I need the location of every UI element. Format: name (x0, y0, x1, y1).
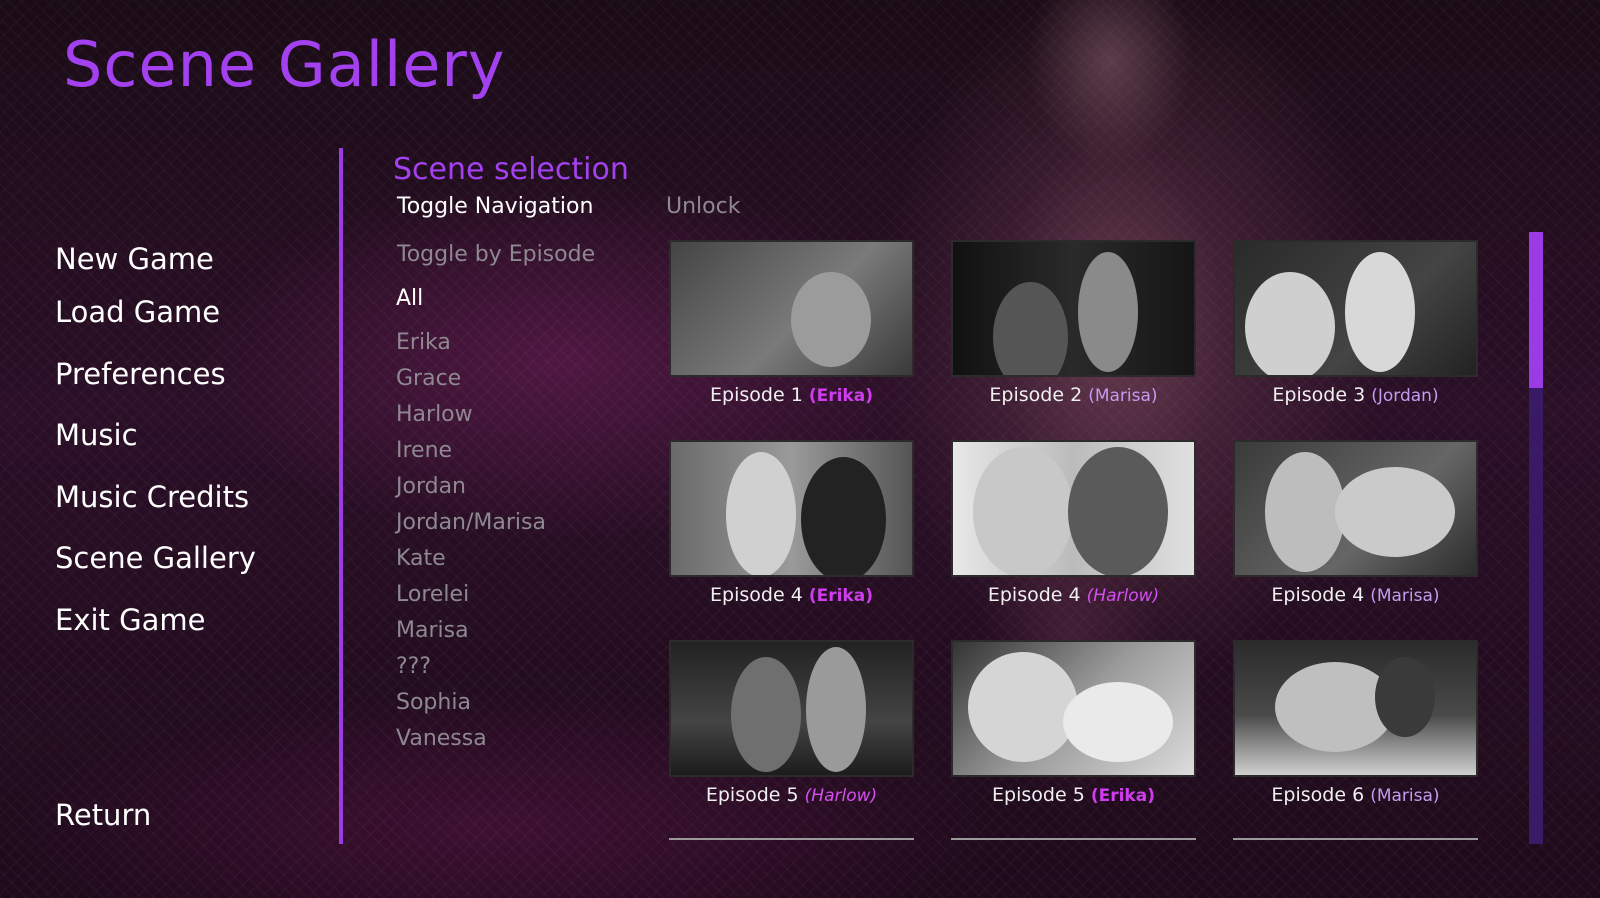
filter-unknown[interactable]: ??? (396, 654, 431, 679)
unlock-button[interactable]: Unlock (666, 194, 740, 219)
filter-all[interactable]: All (396, 286, 423, 311)
scene-thumbnail (1233, 640, 1478, 777)
scrollbar-thumb[interactable] (1529, 232, 1543, 388)
scene-caption: Episode 4 (Harlow) (987, 584, 1160, 606)
menu-divider (339, 148, 343, 844)
scene-thumbnail (951, 640, 1196, 777)
scene-thumbnail (1233, 440, 1478, 577)
scene-thumbnail (951, 440, 1196, 577)
scene-card[interactable]: Episode 4 (Harlow) (951, 440, 1196, 606)
menu-preferences[interactable]: Preferences (55, 357, 226, 391)
menu-scene-gallery[interactable]: Scene Gallery (55, 541, 256, 575)
next-row-thumbnail-edge (1233, 838, 1478, 840)
filter-marisa[interactable]: Marisa (396, 618, 469, 643)
menu-music[interactable]: Music (55, 418, 138, 452)
scene-card[interactable]: Episode 3 (Jordan) (1233, 240, 1478, 406)
filter-sophia[interactable]: Sophia (396, 690, 471, 715)
filter-lorelei[interactable]: Lorelei (396, 582, 469, 607)
next-row-thumbnail-edge (669, 838, 914, 840)
filter-grace[interactable]: Grace (396, 366, 461, 391)
scene-caption: Episode 4 (Marisa) (1271, 584, 1440, 606)
scene-thumbnail (669, 240, 914, 377)
scene-card[interactable]: Episode 4 (Marisa) (1233, 440, 1478, 606)
filter-jordan-marisa[interactable]: Jordan/Marisa (396, 510, 546, 535)
scene-card[interactable]: Episode 2 (Marisa) (951, 240, 1196, 406)
scene-caption: Episode 4 (Erika) (710, 584, 873, 606)
filter-irene[interactable]: Irene (396, 438, 452, 463)
page-title: Scene Gallery (63, 28, 506, 101)
toggle-navigation-button[interactable]: Toggle Navigation (397, 194, 593, 219)
filter-kate[interactable]: Kate (396, 546, 446, 571)
scene-caption: Episode 1 (Erika) (710, 384, 873, 406)
menu-music-credits[interactable]: Music Credits (55, 480, 249, 514)
scene-card[interactable]: Episode 1 (Erika) (669, 240, 914, 406)
scene-caption: Episode 2 (Marisa) (989, 384, 1158, 406)
section-title: Scene selection (393, 152, 629, 187)
return-button[interactable]: Return (55, 798, 151, 832)
filter-erika[interactable]: Erika (396, 330, 451, 355)
filter-harlow[interactable]: Harlow (396, 402, 473, 427)
menu-load-game[interactable]: Load Game (55, 295, 220, 329)
menu-exit-game[interactable]: Exit Game (55, 603, 205, 637)
scene-card[interactable]: Episode 5 (Erika) (951, 640, 1196, 806)
menu-new-game[interactable]: New Game (55, 242, 214, 276)
scene-card[interactable]: Episode 6 (Marisa) (1233, 640, 1478, 806)
scene-caption: Episode 6 (Marisa) (1271, 784, 1440, 806)
scene-thumbnail (951, 240, 1196, 377)
scene-caption: Episode 5 (Erika) (992, 784, 1155, 806)
scene-thumbnail (669, 640, 914, 777)
filter-vanessa[interactable]: Vanessa (396, 726, 487, 751)
gallery-scrollbar[interactable] (1529, 232, 1543, 844)
scene-thumbnail (1233, 240, 1478, 377)
toggle-by-episode-label: Toggle by Episode (397, 242, 596, 267)
scene-card[interactable]: Episode 5 (Harlow) (669, 640, 914, 806)
filter-jordan[interactable]: Jordan (396, 474, 466, 499)
scene-caption: Episode 5 (Harlow) (705, 784, 878, 806)
scene-thumbnail (669, 440, 914, 577)
next-row-thumbnail-edge (951, 838, 1196, 840)
scene-card[interactable]: Episode 4 (Erika) (669, 440, 914, 606)
scene-caption: Episode 3 (Jordan) (1272, 384, 1439, 406)
